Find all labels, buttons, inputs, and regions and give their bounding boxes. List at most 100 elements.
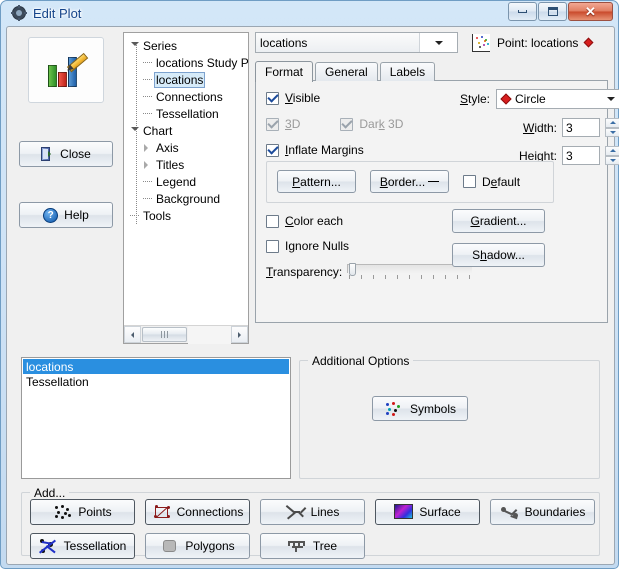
format-bottom-left: Color each Ignore Nulls Transparency: (266, 214, 473, 281)
tree-item-titles[interactable]: Titles (128, 156, 248, 173)
additional-options-group: Additional Options Symbols (299, 354, 600, 479)
inflate-margins-checkbox-box (266, 143, 279, 157)
series-combo-arrow[interactable] (419, 33, 457, 52)
add-surface-button[interactable]: Surface (375, 499, 480, 525)
style-combo-arrow[interactable] (607, 97, 615, 101)
dark-three-d-label: Dark 3D (359, 117, 404, 131)
add-tessellation-button[interactable]: Tessellation (30, 533, 135, 559)
style-combo[interactable]: Circle (496, 89, 619, 109)
dark-three-d-checkbox-box (340, 117, 354, 131)
gradient-button[interactable]: Gradient... (452, 209, 545, 233)
add-connections-button[interactable]: Connections (145, 499, 250, 525)
tree-item-locations[interactable]: locations (128, 71, 248, 88)
add-tree-button[interactable]: Tree (260, 533, 365, 559)
add-button-label: Polygons (185, 539, 235, 553)
add-group: Add... Points Connections Lines Surface Boun… (21, 486, 600, 559)
help-button[interactable]: ? Help (19, 202, 113, 228)
client-area: Close ? Help Series locations Study Ploca… (6, 26, 619, 565)
scroll-thumb[interactable] (142, 327, 187, 342)
add-lines-button[interactable]: Lines (260, 499, 365, 525)
height-spin-down-icon[interactable] (605, 155, 619, 165)
tree-item-background[interactable]: Background (128, 190, 248, 207)
tree-item-label: Series (143, 38, 178, 53)
add-button-label: Boundaries (524, 505, 586, 519)
shadow-button[interactable]: Shadow... (452, 243, 545, 267)
expander-open-icon[interactable] (128, 37, 141, 54)
scroll-track[interactable] (188, 325, 231, 344)
tree-item-label: Axis (156, 140, 179, 155)
minimize-button[interactable] (508, 2, 537, 21)
tab-general[interactable]: General (315, 62, 378, 81)
tree-item-tools[interactable]: Tools (128, 207, 248, 224)
tree-item-tessellation[interactable]: Tessellation (128, 105, 248, 122)
tree-item-label: locations (154, 71, 206, 88)
style-marker-icon (500, 93, 512, 105)
height-input[interactable]: 3 (562, 146, 600, 165)
tree-horizontal-scrollbar[interactable] (124, 325, 248, 344)
color-each-checkbox-box (266, 214, 279, 228)
height-spinner[interactable] (605, 146, 619, 165)
tree-item-chart[interactable]: Chart (128, 122, 248, 139)
expander-closed-icon[interactable] (141, 139, 154, 156)
ignore-nulls-checkbox-box (266, 239, 279, 253)
width-spin-up-icon[interactable] (605, 118, 619, 128)
width-spin-down-icon[interactable] (605, 127, 619, 137)
format-tabs: Format General Labels (255, 60, 608, 82)
maximize-icon (547, 7, 558, 16)
format-left-column: Visible 3D Dark 3D Inflate Margins (266, 91, 436, 157)
polygons-icon (160, 538, 180, 554)
close-window-button[interactable]: ✕ (568, 2, 613, 21)
close-button-label: Close (60, 147, 91, 161)
point-label-text: Point: locations (497, 35, 579, 50)
tree-item-legend[interactable]: Legend (128, 173, 248, 190)
points-icon (53, 504, 73, 520)
add-points-button[interactable]: Points (30, 499, 135, 525)
tree-item-label: Chart (143, 123, 173, 138)
tab-labels[interactable]: Labels (379, 62, 436, 81)
scroll-left-arrow-icon[interactable] (124, 326, 141, 343)
series-listbox[interactable]: locations Tessellation (21, 357, 291, 479)
tree-item-axis[interactable]: Axis (128, 139, 248, 156)
expander-open-icon[interactable] (128, 122, 141, 139)
ignore-nulls-label: Ignore Nulls (285, 239, 350, 253)
tab-format[interactable]: Format (255, 61, 314, 82)
series-combo[interactable]: locations (255, 32, 458, 53)
border-button-label: Border... (379, 174, 426, 189)
inflate-margins-checkbox[interactable]: Inflate Margins (266, 143, 436, 157)
tree-item-series[interactable]: Series (128, 37, 248, 54)
ignore-nulls-checkbox[interactable]: Ignore Nulls (266, 239, 472, 253)
add-boundaries-button[interactable]: Boundaries (490, 499, 595, 525)
list-item[interactable]: locations (23, 359, 289, 374)
three-d-checkbox: 3D (266, 117, 300, 131)
width-label: Width: (522, 120, 557, 135)
border-button[interactable]: Border... (370, 170, 449, 193)
visible-checkbox[interactable]: Visible (266, 91, 436, 105)
add-button-label: Tessellation (63, 539, 127, 553)
close-button[interactable]: Close (19, 141, 113, 167)
format-right-column: Style: Circle Width: 3 Height: 3 (441, 89, 619, 165)
plot-tree-panel: Series locations Study Plocations Connecti… (123, 32, 249, 344)
width-spinner-row: Width: 3 (441, 118, 619, 137)
style-label: Style: (459, 92, 490, 106)
width-input[interactable]: 3 (562, 118, 600, 137)
expander-closed-icon[interactable] (141, 156, 154, 173)
maximize-button[interactable] (538, 2, 567, 21)
symbols-button[interactable]: Symbols (372, 396, 468, 421)
add-polygons-button[interactable]: Polygons (145, 533, 250, 559)
add-buttons-grid: Points Connections Lines Surface Boundaries T… (30, 499, 599, 559)
width-spinner[interactable] (605, 118, 619, 137)
scroll-right-arrow-icon[interactable] (231, 326, 248, 343)
pattern-button[interactable]: Pattern... (277, 170, 356, 193)
series-header-row: locations Point: locations (255, 32, 608, 53)
color-each-label: Color each (285, 214, 344, 228)
default-checkbox[interactable]: Default (463, 175, 520, 189)
add-button-label: Surface (419, 505, 461, 519)
tree-connector-icon (141, 71, 154, 88)
color-each-checkbox[interactable]: Color each (266, 214, 472, 228)
height-spin-up-icon[interactable] (605, 146, 619, 156)
list-item[interactable]: Tessellation (23, 374, 289, 389)
symbols-icon (384, 401, 404, 417)
tree-item-label: Tools (143, 208, 172, 223)
tree-item-locations-study-p[interactable]: locations Study P (128, 54, 248, 71)
tree-item-connections[interactable]: Connections (128, 88, 248, 105)
